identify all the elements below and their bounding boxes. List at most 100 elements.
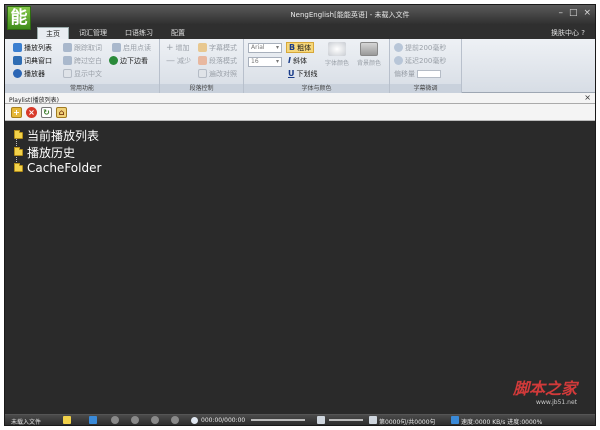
advance-200ms-button[interactable]: 提前200毫秒 (394, 42, 446, 53)
skin-center-link[interactable]: 换肤中心 ? (551, 28, 585, 38)
tab-speaking[interactable]: 口语练习 (117, 27, 161, 39)
folder-icon (14, 130, 23, 139)
paragraph-mode-button[interactable]: 段落模式 (198, 55, 237, 66)
track-icon (63, 43, 72, 52)
track-word-button[interactable]: 跟踪取词 (63, 42, 102, 53)
bg-color-icon (360, 42, 378, 56)
click-read-icon (112, 43, 121, 52)
offset-input[interactable] (417, 69, 441, 78)
home-icon[interactable]: ⌂ (56, 107, 67, 118)
skip-blank-button[interactable]: 跨过空白 (63, 55, 102, 66)
open-folder-icon[interactable] (63, 416, 71, 424)
window-title: NengEnglish[能能英语] - 未载入文件 (290, 11, 410, 19)
group-subtitle: 提前200毫秒 延迟200毫秒 偏移量 字幕微调 (390, 39, 462, 93)
dictionary-window-button[interactable]: 词典窗口 (13, 55, 52, 66)
offset-field[interactable]: 偏移量 (394, 68, 441, 79)
playlist-panel-title: Playlist(播放列表) (9, 97, 60, 104)
playlist-button[interactable]: 播放列表 (13, 42, 52, 53)
tab-home[interactable]: 主页 (37, 27, 69, 39)
group-common: 播放列表 跟踪取词 启用点读 词典窗口 跨过空白 边下边看 播放器 显示中文 常… (5, 39, 160, 93)
group-segment-label: 段落控制 (160, 84, 243, 93)
group-font: Arial 16 B 粗体 I 斜体 U 下划线 字体颜色 背景颜色 字 (244, 39, 390, 93)
help-icon: ? (581, 29, 585, 37)
group-common-label: 常用功能 (5, 84, 159, 93)
group-font-label: 字体与颜色 (244, 84, 389, 93)
rewind-icon (394, 43, 403, 52)
app-window: NengEnglish[能能英语] - 未载入文件 – □ × 能 主页 词汇管… (4, 4, 596, 426)
window-controls: – □ × (558, 8, 591, 18)
bold-button[interactable]: B 粗体 (286, 42, 315, 53)
time-icon (191, 417, 198, 424)
status-bar: 未载入文件 000:00/000:00 第0000句/共0000句 速度:000… (5, 414, 595, 426)
tab-vocabulary[interactable]: 词汇管理 (71, 27, 115, 39)
plus-icon: + (166, 42, 174, 53)
watermark-url: www.jb51.net (536, 399, 577, 406)
skip-icon (63, 56, 72, 65)
playlist-toolbar: + × ↻ ⌂ (5, 104, 595, 121)
delay-200ms-button[interactable]: 延迟200毫秒 (394, 55, 446, 66)
tree-item-cache-folder[interactable]: CacheFolder (14, 161, 101, 175)
underline-button[interactable]: U 下划线 (288, 68, 318, 79)
screen-icon[interactable] (89, 416, 97, 424)
prev-button-icon[interactable] (111, 416, 119, 424)
underline-icon: U (288, 69, 295, 78)
compare-checkbox-icon (198, 69, 207, 78)
volume-slider[interactable] (329, 419, 363, 421)
minus-icon: — (166, 55, 175, 66)
checkbox-icon (63, 69, 72, 78)
new-folder-icon[interactable]: + (11, 107, 22, 118)
status-sentence: 第0000句/共0000句 (379, 419, 436, 426)
minimize-button[interactable]: – (558, 8, 563, 18)
status-file: 未载入文件 (11, 419, 42, 426)
forward-icon (394, 56, 403, 65)
stream-play-button[interactable]: 边下边看 (109, 55, 148, 66)
show-chinese-button[interactable]: 显示中文 (63, 68, 102, 79)
player-button[interactable]: 播放器 (13, 68, 45, 79)
font-color-button[interactable]: 字体颜色 (320, 41, 354, 81)
status-time: 000:00/000:00 (201, 417, 246, 424)
tree-item-history[interactable]: 播放历史 (14, 144, 75, 161)
compare-button[interactable]: 遍改对照 (198, 68, 237, 79)
maximize-button[interactable]: □ (569, 8, 578, 18)
tab-settings[interactable]: 配置 (163, 27, 193, 39)
subtitle-mode-button[interactable]: 字幕模式 (198, 42, 237, 53)
dictionary-icon (13, 56, 22, 65)
folder-icon (14, 162, 23, 172)
app-logo[interactable]: 能 (7, 6, 31, 30)
tree-item-current-playlist[interactable]: 当前播放列表 (14, 127, 99, 144)
ribbon: 播放列表 跟踪取词 启用点读 词典窗口 跨过空白 边下边看 播放器 显示中文 常… (5, 39, 595, 93)
next-button-icon[interactable] (171, 416, 179, 424)
ribbon-tabs: 主页 词汇管理 口语练习 配置 换肤中心 ? (5, 25, 595, 39)
folder-icon (14, 147, 23, 156)
group-subtitle-label: 字幕微调 (390, 84, 461, 93)
stop-button-icon[interactable] (151, 416, 159, 424)
decrease-button[interactable]: — 减少 (166, 55, 191, 66)
stream-icon (109, 56, 118, 65)
title-bar: NengEnglish[能能英语] - 未载入文件 – □ × (5, 5, 595, 25)
close-button[interactable]: × (583, 8, 591, 18)
subtitle-mode-icon (198, 43, 207, 52)
increase-button[interactable]: + 增加 (166, 42, 190, 53)
playlist-panel-header: Playlist(播放列表) × (5, 93, 595, 104)
paragraph-mode-icon (198, 56, 207, 65)
play-button-icon[interactable] (131, 416, 139, 424)
refresh-icon[interactable]: ↻ (41, 107, 52, 118)
watermark: 脚本之家 www.jb51.net (513, 375, 577, 406)
bold-icon: B (289, 43, 296, 52)
delete-icon[interactable]: × (26, 107, 37, 118)
sentence-icon (369, 416, 377, 424)
bg-color-button[interactable]: 背景颜色 (352, 41, 386, 81)
font-name-select[interactable]: Arial (248, 43, 282, 53)
player-icon (13, 69, 22, 78)
group-segment: + 增加 字幕模式 — 减少 段落模式 遍改对照 段落控制 (160, 39, 244, 93)
close-icon[interactable]: × (584, 93, 591, 102)
playlist-icon (13, 43, 22, 52)
watermark-text: 脚本之家 (512, 379, 577, 398)
font-size-select[interactable]: 16 (248, 57, 282, 67)
font-color-icon (328, 42, 346, 56)
click-read-button[interactable]: 启用点读 (112, 42, 151, 53)
progress-slider[interactable] (251, 419, 305, 421)
italic-button[interactable]: I 斜体 (288, 55, 307, 66)
volume-icon[interactable] (317, 416, 325, 424)
speed-icon (451, 416, 459, 424)
